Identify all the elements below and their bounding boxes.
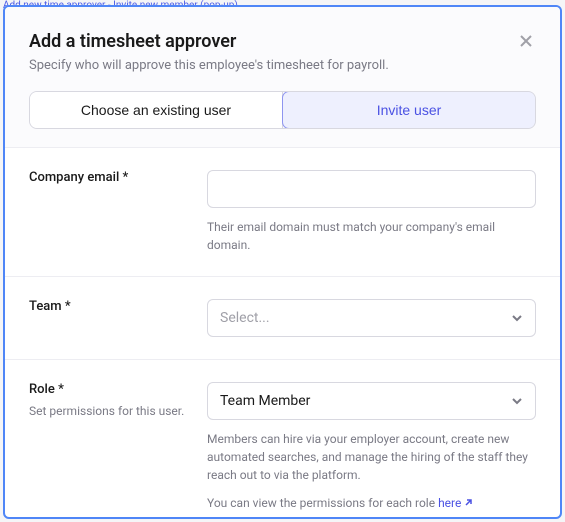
label-col-email: Company email *	[29, 170, 189, 254]
role-select[interactable]: Team Member	[207, 382, 536, 420]
team-select[interactable]: Select...	[207, 299, 536, 337]
company-email-input[interactable]	[207, 170, 536, 208]
modal-title: Add a timesheet approver	[29, 31, 536, 52]
row-team: Team * Select...	[5, 277, 560, 360]
permissions-link[interactable]: here	[438, 496, 473, 510]
chevron-down-icon	[511, 312, 523, 324]
role-select-value: Team Member	[220, 393, 310, 409]
input-col-team: Select...	[207, 299, 536, 337]
label-company-email: Company email *	[29, 170, 189, 185]
chevron-down-icon	[511, 395, 523, 407]
label-role: Role *	[29, 382, 189, 397]
modal-header: Add a timesheet approver Specify who wil…	[5, 7, 560, 91]
input-col-email: Their email domain must match your compa…	[207, 170, 536, 254]
modal-subtitle: Specify who will approve this employee's…	[29, 58, 536, 73]
label-col-team: Team *	[29, 299, 189, 337]
close-button[interactable]	[514, 29, 538, 53]
input-col-role: Team Member Members can hire via your em…	[207, 382, 536, 513]
tab-invite-user[interactable]: Invite user	[282, 91, 536, 129]
helper-role-prefix: You can view the permissions for each ro…	[207, 496, 438, 510]
label-team: Team *	[29, 299, 189, 314]
sublabel-role: Set permissions for this user.	[29, 403, 189, 420]
tab-existing-user[interactable]: Choose an existing user	[30, 92, 283, 128]
label-col-role: Role * Set permissions for this user.	[29, 382, 189, 513]
close-icon	[518, 33, 534, 49]
tabs-container: Choose an existing user Invite user	[5, 91, 560, 148]
row-company-email: Company email * Their email domain must …	[5, 148, 560, 277]
row-role: Role * Set permissions for this user. Te…	[5, 360, 560, 519]
helper-email: Their email domain must match your compa…	[207, 218, 536, 254]
tabs: Choose an existing user Invite user	[29, 91, 536, 129]
helper-role-link-line: You can view the permissions for each ro…	[207, 494, 536, 513]
helper-role-desc: Members can hire via your employer accou…	[207, 430, 536, 484]
external-link-icon	[463, 495, 473, 513]
add-approver-modal: Add a timesheet approver Specify who wil…	[3, 5, 562, 519]
team-select-placeholder: Select...	[220, 310, 270, 326]
